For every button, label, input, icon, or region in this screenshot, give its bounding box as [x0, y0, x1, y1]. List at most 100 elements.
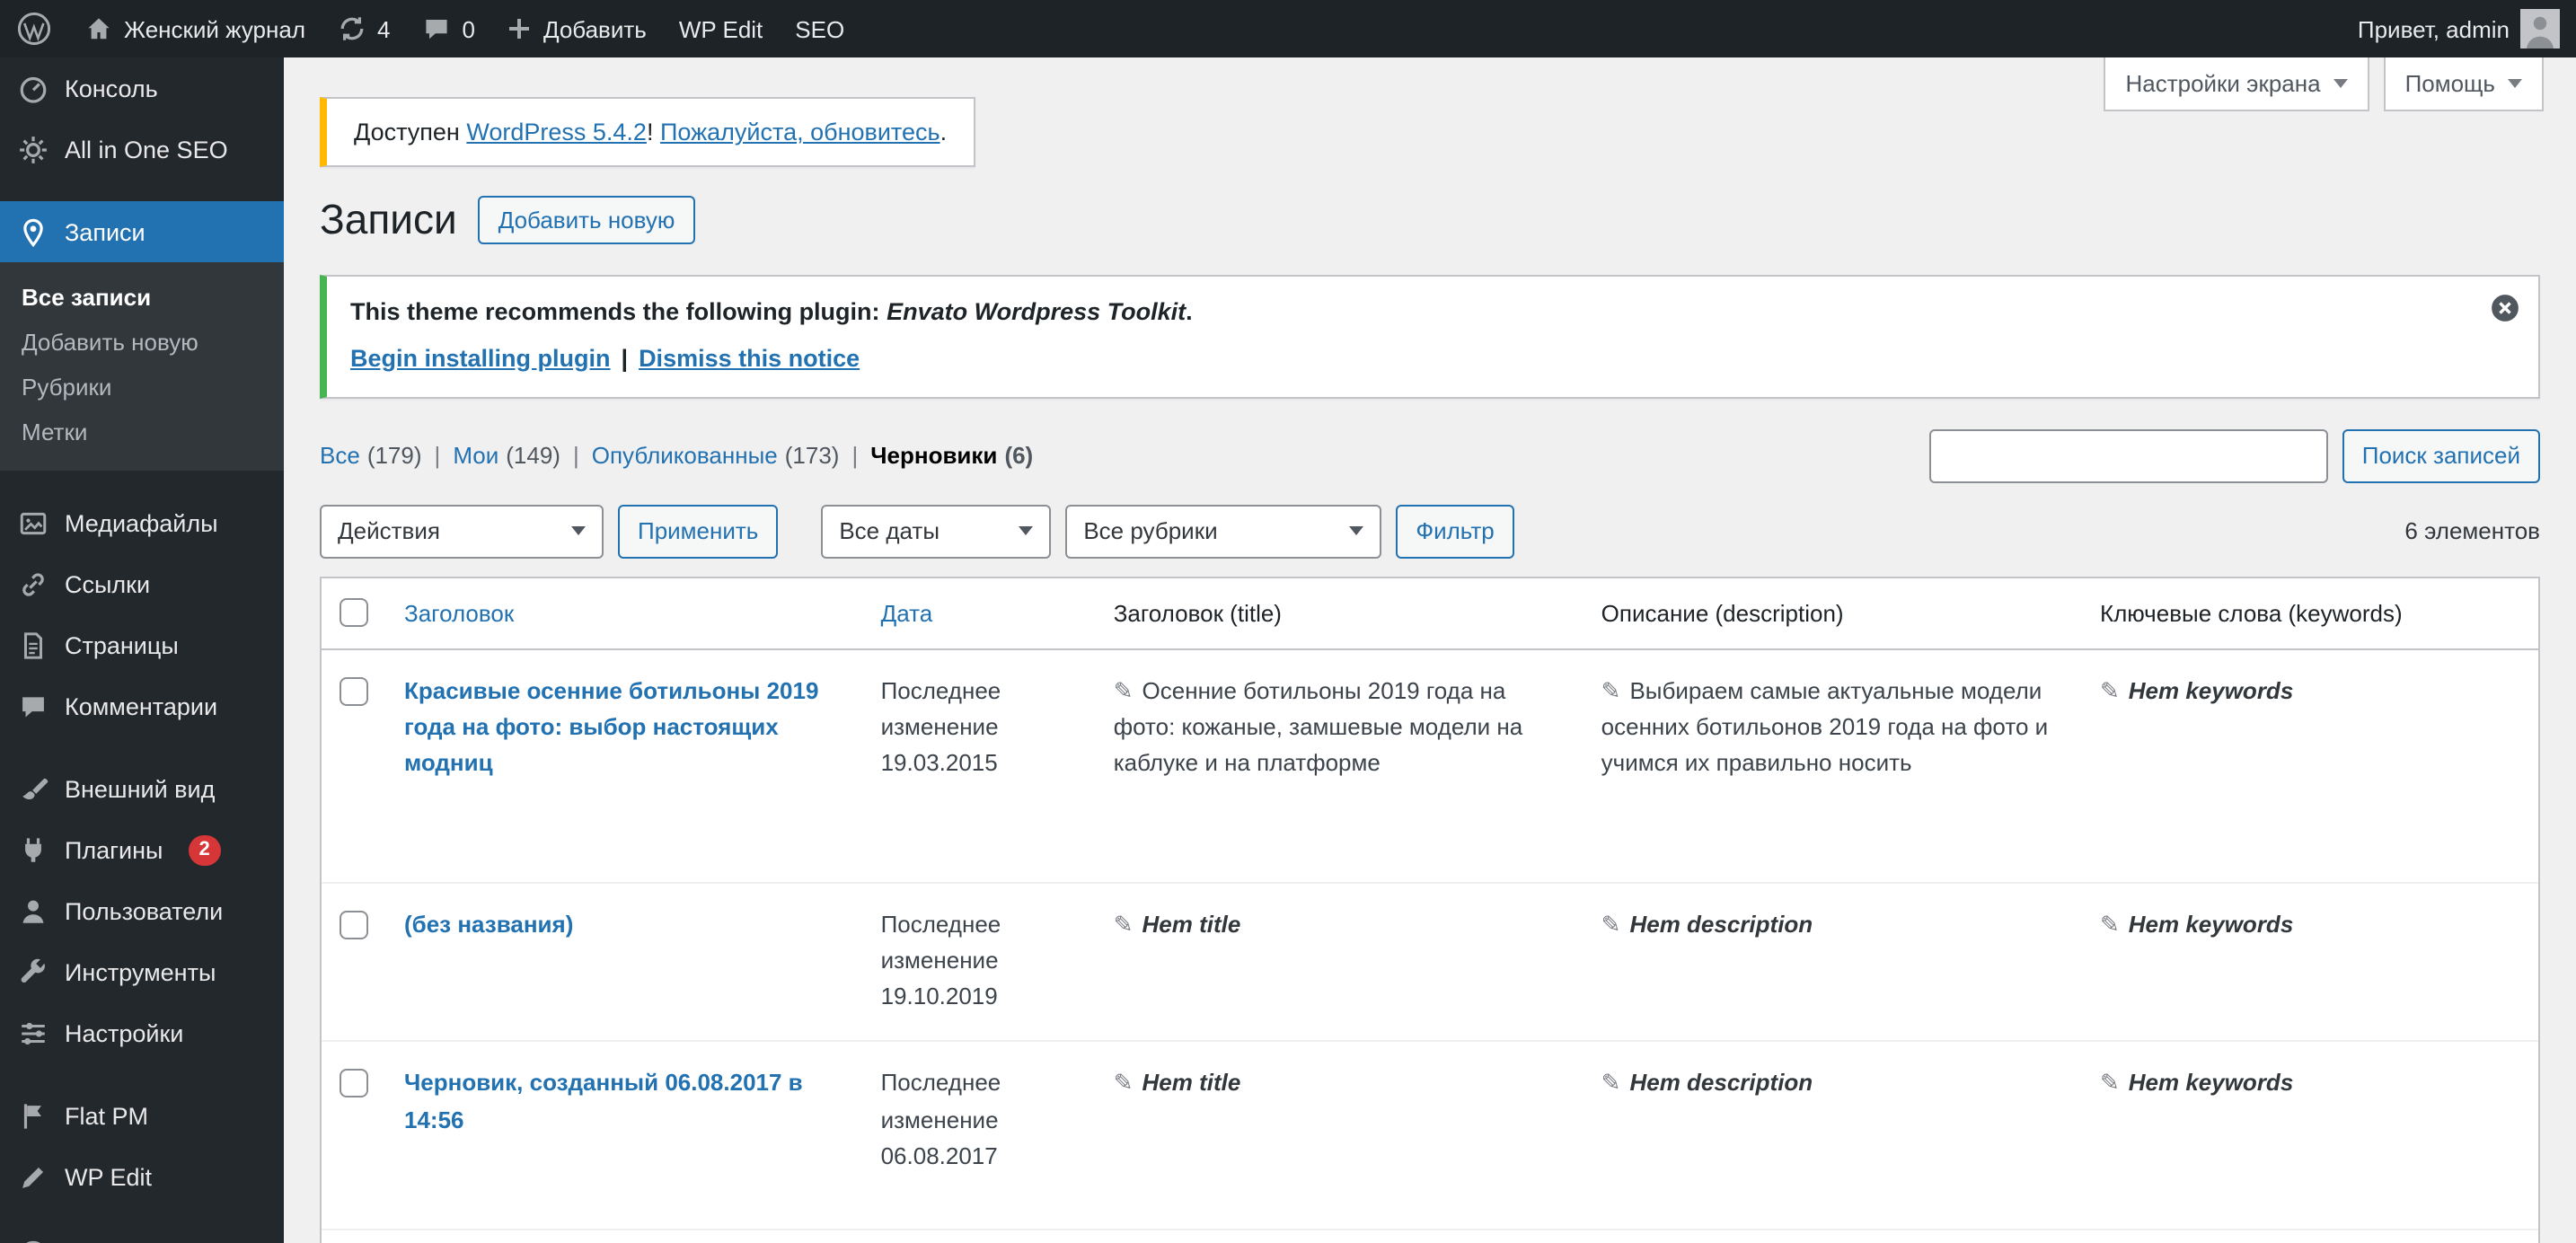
admin-sidebar: Консоль All in One SEO Записи Все записи…: [0, 57, 284, 1243]
post-title-link[interactable]: Черновик, созданный 06.08.2017 в 14:56: [404, 1070, 803, 1133]
sidebar-item-appearance[interactable]: Внешний вид: [0, 758, 284, 819]
apply-button[interactable]: Применить: [618, 504, 779, 559]
sidebar-item-tools[interactable]: Инструменты: [0, 941, 284, 1002]
submenu-categories[interactable]: Рубрики: [0, 365, 284, 410]
wp-edit-toolbar-menu[interactable]: WP Edit: [663, 0, 779, 57]
new-content-menu[interactable]: Добавить: [491, 0, 663, 57]
help-label: Помощь: [2404, 70, 2495, 97]
sidebar-item-flat-pm[interactable]: Flat PM: [0, 1085, 284, 1146]
sidebar-item-label: All in One SEO: [65, 136, 228, 163]
categories-filter-select[interactable]: Все рубрики: [1065, 504, 1382, 559]
update-notice-text: .: [940, 119, 948, 145]
filter-button[interactable]: Фильтр: [1396, 504, 1514, 559]
begin-installing-link[interactable]: Begin installing plugin: [350, 344, 611, 371]
wordpress-version-link[interactable]: WordPress 5.4.2: [466, 119, 647, 145]
sort-by-title-link[interactable]: Заголовок: [404, 599, 514, 626]
view-all[interactable]: Все (179): [320, 442, 422, 469]
view-drafts-current[interactable]: Черновики (6): [870, 442, 1033, 469]
dates-filter-select[interactable]: Все даты: [821, 504, 1052, 559]
edit-pencil-icon[interactable]: ✎: [2100, 911, 2120, 938]
comments-count: 0: [462, 15, 475, 42]
posts-table: Заголовок Дата Заголовок (title) Описани…: [322, 577, 2538, 1243]
post-date: 19.03.2015: [880, 748, 998, 776]
sidebar-posts-block: Записи Все записи Добавить новую Рубрики…: [0, 201, 284, 471]
edit-pencil-icon[interactable]: ✎: [1114, 1070, 1134, 1097]
sidebar-item-comments[interactable]: Комментарии: [0, 675, 284, 736]
row-checkbox[interactable]: [340, 911, 368, 940]
comments-menu[interactable]: 0: [406, 0, 490, 57]
search-input[interactable]: [1928, 428, 2328, 483]
media-icon: [16, 507, 49, 539]
screen-options-button[interactable]: Настройки экрана: [2104, 57, 2369, 111]
seo-description-cell: ✎ Выбираем самые актуальные модели осенни…: [1601, 676, 2049, 776]
sort-by-date-link[interactable]: Дата: [881, 599, 933, 626]
post-title-link[interactable]: Красивые осенние ботильоны 2019 года на …: [404, 676, 818, 776]
search-box: Поиск записей: [1928, 428, 2540, 483]
plugins-update-badge: 2: [188, 834, 221, 865]
edit-pencil-icon[interactable]: ✎: [1114, 911, 1134, 938]
site-name-menu[interactable]: Женский журнал: [68, 0, 322, 57]
users-icon: [16, 895, 49, 927]
edit-pencil-icon[interactable]: ✎: [1601, 1070, 1621, 1097]
table-row: (без названия) Последнее изменение 19.10.…: [322, 882, 2538, 1042]
theme-notice-actions: Begin installing plugin | Dismiss this not…: [350, 344, 2456, 371]
wp-logo-menu[interactable]: [0, 0, 68, 57]
edit-pencil-icon[interactable]: ✎: [1601, 911, 1621, 938]
main-content: Настройки экрана Помощь Доступен WordPre…: [284, 57, 2576, 1243]
posts-pin-icon: [16, 216, 49, 248]
wordpress-logo-icon: [16, 11, 52, 47]
submenu-all-posts[interactable]: Все записи: [0, 275, 284, 320]
list-filters-row: Все (179) | Мои (149) | Опубликованные (173) | Че…: [320, 428, 2540, 483]
chevron-down-icon: [571, 526, 586, 536]
sidebar-item-pages[interactable]: Страницы: [0, 614, 284, 675]
flat-pm-flag-icon: [16, 1099, 49, 1132]
row-checkbox[interactable]: [340, 1069, 368, 1098]
sidebar-item-media[interactable]: Медиафайлы: [0, 492, 284, 553]
view-published[interactable]: Опубликованные (173): [592, 442, 840, 469]
edit-pencil-icon[interactable]: ✎: [1601, 676, 1621, 703]
help-button[interactable]: Помощь: [2383, 57, 2544, 111]
dismiss-icon[interactable]: [2490, 292, 2520, 322]
bulk-actions-select[interactable]: Действия: [320, 504, 604, 559]
view-mine[interactable]: Мои (149): [453, 442, 560, 469]
sidebar-item-label: Внешний вид: [65, 775, 216, 802]
add-new-post-button[interactable]: Добавить новую: [478, 196, 695, 245]
updates-menu[interactable]: 4: [322, 0, 406, 57]
select-all-checkbox[interactable]: [340, 597, 368, 627]
post-title-link[interactable]: (без названия): [404, 911, 573, 938]
search-posts-button[interactable]: Поиск записей: [2342, 428, 2540, 483]
sidebar-item-settings[interactable]: Настройки: [0, 1002, 284, 1063]
seo-toolbar-menu[interactable]: SEO: [779, 0, 860, 57]
sidebar-item-links[interactable]: Ссылки: [0, 553, 284, 614]
sidebar-item-users[interactable]: Пользователи: [0, 880, 284, 941]
edit-pencil-icon[interactable]: ✎: [2100, 1070, 2120, 1097]
appearance-brush-icon: [16, 772, 49, 805]
greeting-label: Привет, admin: [2357, 15, 2510, 42]
comments-bubble-icon: [422, 14, 451, 43]
sidebar-item-wp-edit[interactable]: WP Edit: [0, 1146, 284, 1207]
notice-separator: |: [621, 344, 629, 372]
please-update-link[interactable]: Пожалуйста, обновитесь: [660, 119, 940, 145]
table-row: Стиль одежды с завышенной талией Последн…: [322, 1228, 2538, 1243]
sidebar-item-posts[interactable]: Записи: [0, 201, 284, 262]
settings-sliders-icon: [16, 1017, 49, 1049]
update-notice-text: Доступен: [354, 119, 467, 145]
sidebar-item-aioseo[interactable]: All in One SEO: [0, 119, 284, 180]
edit-pencil-icon[interactable]: ✎: [1114, 676, 1134, 703]
sidebar-item-dashboard[interactable]: Консоль: [0, 57, 284, 119]
items-count: 6 элементов: [2404, 517, 2540, 545]
submenu-tags[interactable]: Метки: [0, 410, 284, 454]
sidebar-item-plugins[interactable]: Плагины 2: [0, 819, 284, 880]
dismiss-notice-link[interactable]: Dismiss this notice: [639, 344, 860, 371]
row-checkbox[interactable]: [340, 676, 368, 706]
admin-bar: Женский журнал 4 0 Добавить WP Edit SEO …: [0, 0, 2576, 57]
plus-icon: [507, 16, 533, 41]
table-nav-top: Действия Применить Все даты Все рубрики …: [320, 504, 2540, 559]
seo-toolbar-label: SEO: [795, 15, 845, 42]
my-account-menu[interactable]: Привет, admin: [2342, 0, 2576, 57]
seo-keywords-cell: ✎Нет keywords: [2081, 1228, 2538, 1243]
submenu-add-new[interactable]: Добавить новую: [0, 320, 284, 365]
edit-pencil-icon[interactable]: ✎: [2100, 676, 2120, 703]
sidebar-collapse-menu[interactable]: Свернуть меню: [0, 1223, 284, 1243]
sidebar-item-label: Медиафайлы: [65, 509, 218, 536]
